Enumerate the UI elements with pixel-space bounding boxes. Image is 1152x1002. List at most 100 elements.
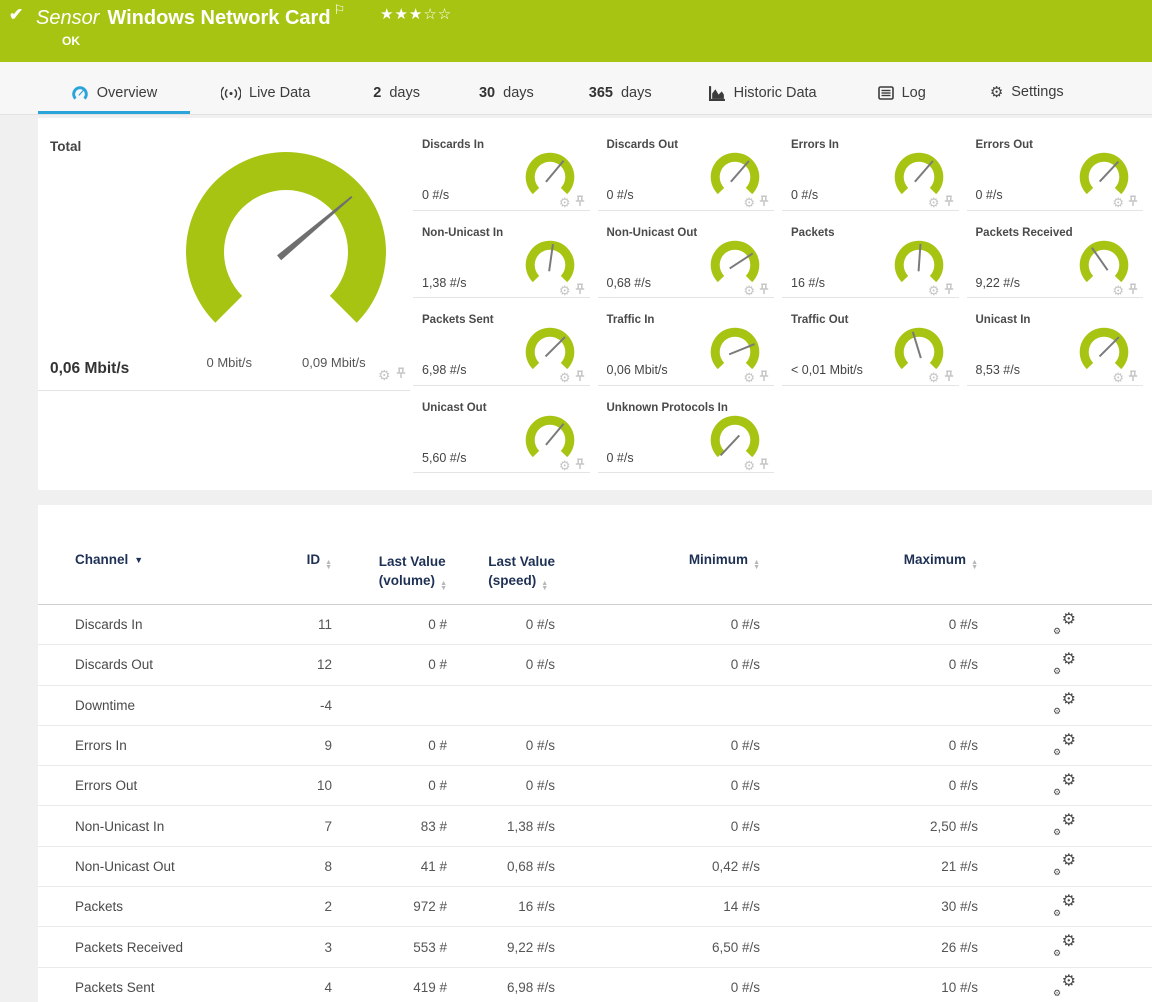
- channel-edit-gears-icon[interactable]: ⚙⚙: [1053, 653, 1077, 674]
- log-icon: [878, 86, 894, 100]
- total-gauge-value: 0,06 Mbit/s: [50, 360, 129, 378]
- mini-gauge-value: 0 #/s: [607, 188, 634, 202]
- table-row[interactable]: Packets Sent 4 419 # 6,98 #/s 0 #/s 10 #…: [38, 967, 1152, 1002]
- channel-settings-gear-icon[interactable]: ⚙: [928, 197, 940, 209]
- channel-settings-gear-icon[interactable]: ⚙: [1112, 285, 1124, 297]
- col-header-maximum[interactable]: Maximum▲▼: [760, 505, 978, 605]
- divider: [598, 472, 775, 473]
- channel-volume: 0 #: [332, 645, 447, 685]
- channel-settings-gear-icon[interactable]: ⚙: [559, 285, 571, 297]
- channel-volume: 0 #: [332, 766, 447, 806]
- channel-edit-gears-icon[interactable]: ⚙⚙: [1053, 975, 1077, 996]
- channel-settings-gear-icon[interactable]: ⚙: [1112, 197, 1124, 209]
- channel-edit-gears-icon[interactable]: ⚙⚙: [1053, 895, 1077, 916]
- mini-gauge-grid: Discards In 0 #/s ⚙ Discards Out 0 #/s ⚙…: [413, 133, 1151, 483]
- channel-settings-gear-icon[interactable]: ⚙: [1112, 372, 1124, 384]
- mini-gauge-cell: Discards Out 0 #/s ⚙: [598, 133, 783, 221]
- table-row[interactable]: Errors In 9 0 # 0 #/s 0 #/s 0 #/s ⚙⚙: [38, 725, 1152, 765]
- channel-settings-gear-icon[interactable]: ⚙: [559, 197, 571, 209]
- total-gauge-settings-gear-icon[interactable]: ⚙: [378, 369, 391, 381]
- channel-volume: 553 #: [332, 927, 447, 967]
- channel-speed: [447, 685, 555, 725]
- tab-30-days[interactable]: 30 days: [479, 85, 534, 114]
- channel-id: 2: [273, 887, 332, 927]
- mini-gauge-label: Discards Out: [607, 139, 679, 151]
- channel-volume: 41 #: [332, 846, 447, 886]
- channel-name: Packets: [38, 887, 273, 927]
- channel-edit-gears-icon[interactable]: ⚙⚙: [1053, 774, 1077, 795]
- channel-settings-gear-icon[interactable]: ⚙: [928, 372, 940, 384]
- col-header-last-value-speed[interactable]: Last Value (speed)▲▼: [447, 505, 555, 605]
- mini-gauge-label: Packets: [791, 227, 834, 239]
- channel-settings-gear-icon[interactable]: ⚙: [928, 285, 940, 297]
- mini-gauge-cell: Unicast Out 5,60 #/s ⚙: [413, 396, 598, 484]
- channel-settings-gear-icon[interactable]: ⚙: [743, 460, 755, 472]
- mini-gauge-needle: [720, 435, 739, 455]
- channel-edit-gears-icon[interactable]: ⚙⚙: [1053, 693, 1077, 714]
- channel-settings-gear-icon[interactable]: ⚙: [743, 197, 755, 209]
- channel-name: Discards Out: [38, 645, 273, 685]
- sort-icon: ▲▼: [971, 560, 978, 570]
- col-header-channel[interactable]: Channel▼: [38, 505, 273, 605]
- channel-name: Errors In: [38, 725, 273, 765]
- sort-icon: ▲▼: [541, 581, 548, 591]
- channel-table: Channel▼ ID▲▼ Last Value (volume)▲▼ Last…: [38, 505, 1152, 1002]
- table-row[interactable]: Discards Out 12 0 # 0 #/s 0 #/s 0 #/s ⚙⚙: [38, 645, 1152, 685]
- divider: [38, 390, 410, 391]
- tab-log[interactable]: Log: [878, 85, 926, 114]
- table-row[interactable]: Downtime -4 ⚙⚙: [38, 685, 1152, 725]
- mini-gauge-needle: [546, 337, 565, 356]
- table-row[interactable]: Errors Out 10 0 # 0 #/s 0 #/s 0 #/s ⚙⚙: [38, 766, 1152, 806]
- total-gauge[interactable]: [184, 150, 388, 330]
- mini-gauge-value: 0,06 Mbit/s: [607, 363, 668, 377]
- priority-stars[interactable]: ★★★☆☆: [380, 5, 452, 23]
- channel-edit-gears-icon[interactable]: ⚙⚙: [1053, 814, 1077, 835]
- total-gauge-scale-min: 0 Mbit/s: [150, 355, 252, 370]
- tab-365-days[interactable]: 365 days: [589, 85, 652, 114]
- divider: [967, 297, 1144, 298]
- channel-id: 10: [273, 766, 332, 806]
- total-gauge-pin-icon[interactable]: [395, 366, 407, 384]
- col-header-last-value-volume[interactable]: Last Value (volume)▲▼: [332, 505, 447, 605]
- channel-settings-gear-icon[interactable]: ⚙: [743, 285, 755, 297]
- tab-2-days[interactable]: 2 days: [373, 85, 420, 114]
- channel-edit-gears-icon[interactable]: ⚙⚙: [1053, 854, 1077, 875]
- total-gauge-scale-max: 0,09 Mbit/s: [302, 355, 366, 370]
- col-header-id[interactable]: ID▲▼: [273, 505, 332, 605]
- total-gauge-label: Total: [50, 139, 81, 154]
- channel-edit-gears-icon[interactable]: ⚙⚙: [1053, 734, 1077, 755]
- mini-gauge-label: Packets Received: [976, 227, 1073, 239]
- mini-gauge-value: 6,98 #/s: [422, 363, 466, 377]
- channel-volume: 83 #: [332, 806, 447, 846]
- channel-speed: 0,68 #/s: [447, 846, 555, 886]
- channel-settings-gear-icon[interactable]: ⚙: [559, 460, 571, 472]
- mini-gauge-value: 16 #/s: [791, 276, 825, 290]
- table-row[interactable]: Non-Unicast In 7 83 # 1,38 #/s 0 #/s 2,5…: [38, 806, 1152, 846]
- divider: [413, 297, 590, 298]
- mini-gauge-cell: Non-Unicast In 1,38 #/s ⚙: [413, 221, 598, 309]
- tab-settings[interactable]: ⚙ Settings: [990, 83, 1064, 114]
- mini-gauge-cell: Unknown Protocols In 0 #/s ⚙: [598, 396, 783, 484]
- table-row[interactable]: Packets Received 3 553 # 9,22 #/s 6,50 #…: [38, 927, 1152, 967]
- channel-speed: 0 #/s: [447, 605, 555, 645]
- table-row[interactable]: Non-Unicast Out 8 41 # 0,68 #/s 0,42 #/s…: [38, 846, 1152, 886]
- mini-gauge-cell: Errors Out 0 #/s ⚙: [967, 133, 1152, 221]
- tab-historic-data[interactable]: Historic Data: [709, 85, 817, 114]
- channel-min: 0 #/s: [555, 967, 760, 1002]
- table-row[interactable]: Packets 2 972 # 16 #/s 14 #/s 30 #/s ⚙⚙: [38, 887, 1152, 927]
- divider: [413, 385, 590, 386]
- tab-overview[interactable]: Overview: [38, 85, 190, 114]
- mini-gauge-label: Errors Out: [976, 139, 1034, 151]
- tab-live-data[interactable]: Live Data: [221, 85, 310, 114]
- channel-min: 6,50 #/s: [555, 927, 760, 967]
- channel-edit-gears-icon[interactable]: ⚙⚙: [1053, 935, 1077, 956]
- channel-speed: 1,38 #/s: [447, 806, 555, 846]
- col-header-minimum[interactable]: Minimum▲▼: [555, 505, 760, 605]
- sensor-title-line: SensorWindows Network Card⚐: [36, 2, 345, 30]
- table-row[interactable]: Discards In 11 0 # 0 #/s 0 #/s 0 #/s ⚙⚙: [38, 605, 1152, 645]
- channel-edit-gears-icon[interactable]: ⚙⚙: [1053, 613, 1077, 634]
- channel-min: 0 #/s: [555, 806, 760, 846]
- flag-icon[interactable]: ⚐: [334, 2, 346, 17]
- channel-settings-gear-icon[interactable]: ⚙: [559, 372, 571, 384]
- channel-settings-gear-icon[interactable]: ⚙: [743, 372, 755, 384]
